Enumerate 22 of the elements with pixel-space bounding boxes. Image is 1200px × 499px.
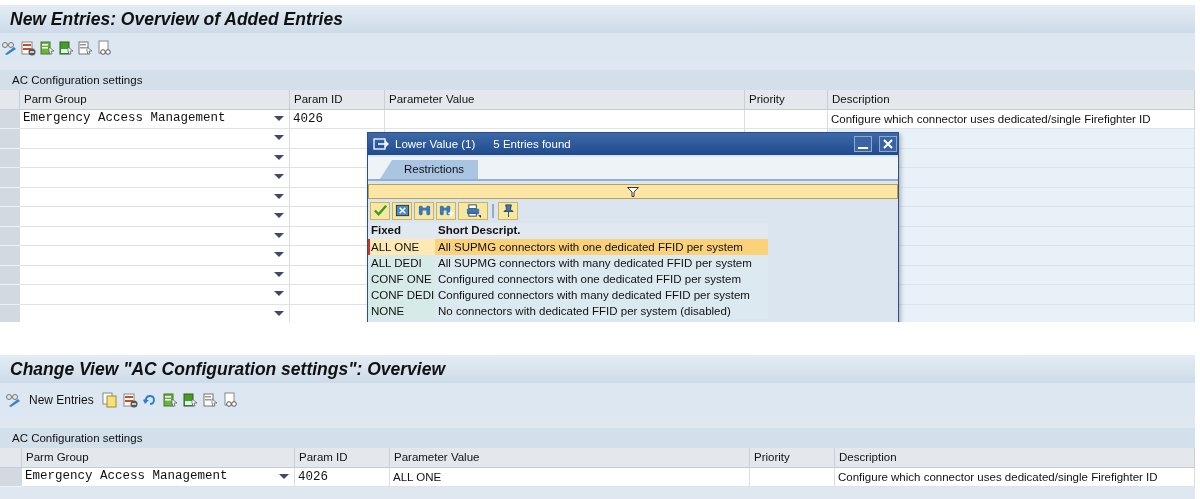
dialog-title: Lower Value (1) [395, 138, 476, 150]
column-header: Fixed [368, 223, 435, 239]
column-header: Parameter Value [385, 90, 745, 110]
column-header: Description [828, 90, 1195, 110]
table-title: AC Configuration settings [0, 428, 1195, 448]
screen-title: New Entries: Overview of Added Entries [0, 5, 1195, 33]
table-cell: Configure which connector uses dedicated/single Firefighter ID [835, 467, 1195, 487]
column-header: Short Descript. [435, 223, 768, 239]
parm-group-value: Emergency Access Management [25, 468, 228, 486]
column-header: Description [835, 448, 1195, 468]
column-header: Parm Group [22, 448, 295, 468]
column-header: Parm Group [20, 90, 290, 110]
entries-count: 5 Entries found [493, 138, 571, 150]
table-cell: Configure which connector uses dedicated/single Firefighter ID [828, 109, 1195, 129]
column-header: Parameter Value [390, 448, 750, 468]
column-header: Param ID [290, 90, 385, 110]
column-header: Priority [745, 90, 828, 110]
column-header: Param ID [295, 448, 390, 468]
parm-group-value: Emergency Access Management [23, 110, 226, 128]
table-title: AC Configuration settings [0, 70, 1195, 90]
column-header: Priority [750, 448, 835, 468]
screen-title: Change View "AC Configuration settings": Overview [0, 355, 1195, 383]
